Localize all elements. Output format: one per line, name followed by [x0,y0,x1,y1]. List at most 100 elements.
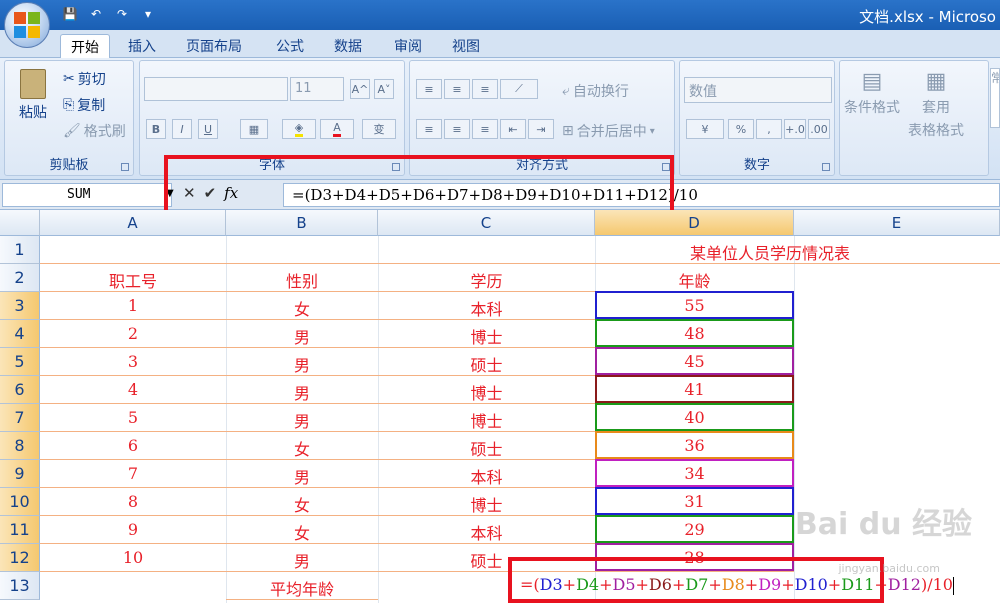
row-header[interactable]: 4 [0,320,40,348]
data-cell[interactable]: 6 [40,432,226,460]
data-cell[interactable]: 本科 [378,516,595,544]
format-painter-button[interactable]: 🖌 格式刷 [63,121,126,141]
orientation-button[interactable]: ⟋ [500,79,538,99]
data-cell[interactable]: 9 [40,516,226,544]
tab-home[interactable]: 开始 [60,34,110,58]
data-cell[interactable]: 博士 [378,488,595,516]
data-cell[interactable]: 3 [40,348,226,376]
tab-page-layout[interactable]: 页面布局 [176,34,252,58]
redo-icon[interactable]: ↷ [112,5,132,23]
data-cell[interactable]: 男 [226,544,378,572]
data-cell[interactable]: 男 [226,348,378,376]
tab-data[interactable]: 数据 [324,34,372,58]
comma-button[interactable]: , [756,119,782,139]
customize-qat-icon[interactable]: ▾ [138,5,158,23]
tab-insert[interactable]: 插入 [118,34,166,58]
tab-review[interactable]: 审阅 [384,34,432,58]
select-all-corner[interactable] [0,210,40,236]
office-button[interactable] [4,2,50,48]
row-header[interactable]: 9 [0,460,40,488]
save-icon[interactable]: 💾 [60,5,80,23]
data-cell[interactable]: 2 [40,320,226,348]
cut-button[interactable]: ✂ 剪切 [63,69,106,89]
data-cell[interactable]: 硕士 [378,432,595,460]
decrease-indent-button[interactable]: ⇤ [500,119,526,139]
data-cell[interactable]: 男 [226,460,378,488]
data-cell[interactable]: 4 [40,376,226,404]
data-cell[interactable]: 女 [226,432,378,460]
header-cell[interactable]: 年龄 [595,264,794,292]
number-format-select[interactable]: 数值 [684,77,832,103]
sheet-title-cell[interactable]: 某单位人员学历情况表 [40,236,1000,264]
data-cell[interactable]: 男 [226,320,378,348]
data-cell[interactable]: 博士 [378,404,595,432]
increase-decimal-button[interactable]: +.0 [784,119,806,139]
data-cell[interactable]: 8 [40,488,226,516]
row-header[interactable]: 12 [0,544,40,572]
data-cell[interactable]: 10 [40,544,226,572]
name-box[interactable]: SUM [2,183,172,207]
data-cell[interactable]: 女 [226,488,378,516]
column-header-d[interactable]: D [595,210,794,236]
shrink-font-button[interactable]: A˅ [374,79,394,99]
grow-font-button[interactable]: A^ [350,79,370,99]
bold-button[interactable]: B [146,119,166,139]
data-cell[interactable]: 1 [40,292,226,320]
tab-formulas[interactable]: 公式 [266,34,314,58]
data-cell[interactable]: 女 [226,292,378,320]
column-header-b[interactable]: B [226,210,378,236]
font-name-select[interactable] [144,77,288,101]
tab-view[interactable]: 视图 [442,34,490,58]
row-header[interactable]: 3 [0,292,40,320]
decrease-decimal-button[interactable]: .00 [808,119,830,139]
merge-center-button[interactable]: ⊞ 合并后居中 ▾ [562,121,655,141]
header-cell[interactable]: 性别 [226,264,378,292]
row-header[interactable]: 11 [0,516,40,544]
data-cell[interactable]: 本科 [378,460,595,488]
align-left-button[interactable]: ≡ [416,119,442,139]
increase-indent-button[interactable]: ⇥ [528,119,554,139]
copy-button[interactable]: ⎘ 复制 [63,95,105,115]
data-cell[interactable]: 男 [226,376,378,404]
font-size-select[interactable]: 11 [290,77,344,101]
data-cell[interactable]: 7 [40,460,226,488]
percent-button[interactable]: % [728,119,754,139]
header-cell[interactable]: 职工号 [40,264,226,292]
align-bottom-button[interactable]: ≡ [472,79,498,99]
data-cell[interactable]: 男 [226,404,378,432]
font-color-button[interactable]: A [320,119,354,139]
paste-button[interactable]: 粘贴 [13,69,53,122]
data-cell[interactable]: 硕士 [378,348,595,376]
row-header[interactable]: 6 [0,376,40,404]
row-header[interactable]: 2 [0,264,40,292]
row-header[interactable]: 5 [0,348,40,376]
align-top-button[interactable]: ≡ [416,79,442,99]
data-cell[interactable]: 博士 [378,376,595,404]
row-header[interactable]: 1 [0,236,40,264]
currency-button[interactable]: ¥ [686,119,724,139]
data-cell[interactable]: 博士 [378,320,595,348]
align-center-button[interactable]: ≡ [444,119,470,139]
wrap-text-button[interactable]: ⤶ 自动换行 [562,81,629,101]
average-label-cell[interactable]: 平均年龄 [226,572,378,600]
row-header[interactable]: 7 [0,404,40,432]
conditional-format-button[interactable]: ▤ 条件格式 [844,69,900,117]
row-header[interactable]: 8 [0,432,40,460]
row-header[interactable]: 10 [0,488,40,516]
dialog-launcher-icon[interactable] [822,163,830,171]
format-as-table-button[interactable]: ▦ 套用 表格格式 [908,69,964,140]
data-cell[interactable]: 本科 [378,292,595,320]
cell-styles-gallery[interactable]: 常 [990,68,1000,128]
data-cell[interactable]: 5 [40,404,226,432]
column-header-c[interactable]: C [378,210,595,236]
header-cell[interactable]: 学历 [378,264,595,292]
row-header[interactable]: 13 [0,572,40,600]
column-header-a[interactable]: A [40,210,226,236]
data-cell[interactable]: 女 [226,516,378,544]
align-middle-button[interactable]: ≡ [444,79,470,99]
undo-icon[interactable]: ↶ [86,5,106,23]
dialog-launcher-icon[interactable] [121,163,129,171]
phonetic-button[interactable]: 变 [362,119,396,139]
align-right-button[interactable]: ≡ [472,119,498,139]
fill-color-button[interactable]: ◈ [282,119,316,139]
